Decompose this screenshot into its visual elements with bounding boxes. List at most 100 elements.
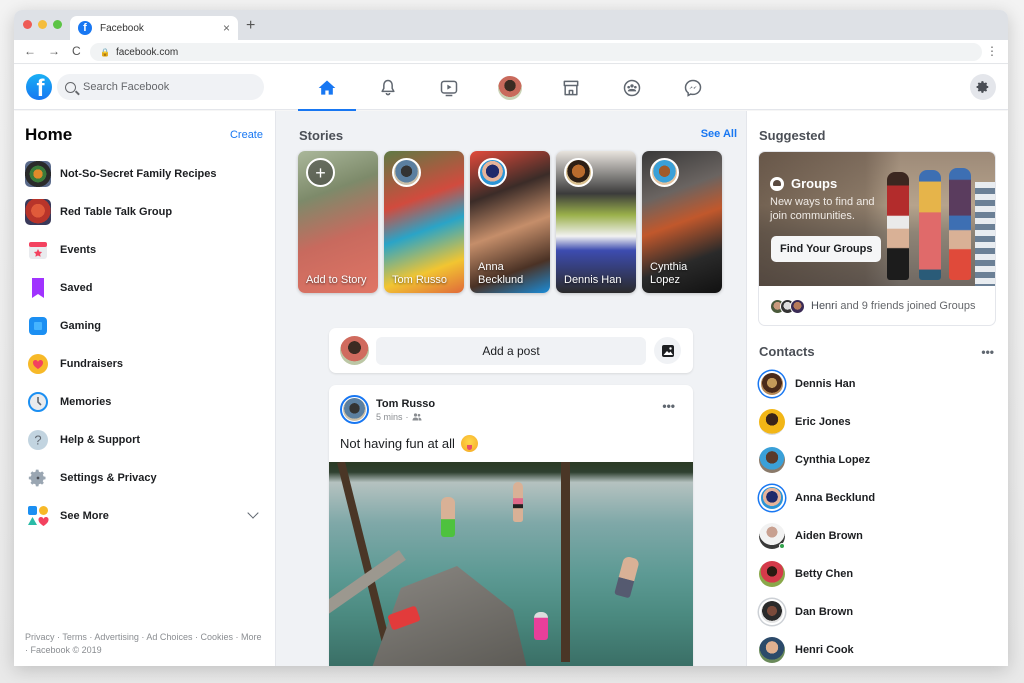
story-card[interactable]: Tom Russo — [384, 151, 464, 293]
reload-button[interactable]: C — [72, 44, 81, 58]
footer-link-cookies[interactable]: Cookies — [200, 632, 233, 642]
sidebar-item-settings[interactable]: Settings & Privacy — [14, 459, 275, 497]
create-link[interactable]: Create — [230, 129, 263, 141]
tab-close-icon[interactable]: × — [223, 21, 230, 35]
settings-button[interactable] — [970, 74, 996, 100]
sidebar-item-gaming[interactable]: Gaming — [14, 307, 275, 345]
nav-tab-profile[interactable] — [481, 65, 539, 110]
group-photo-people — [887, 162, 987, 280]
forward-button[interactable]: → — [48, 44, 60, 58]
contact-item[interactable]: Aiden Brown — [747, 517, 1008, 555]
avatar — [761, 373, 783, 395]
search-box[interactable] — [57, 74, 264, 100]
chevron-down-icon[interactable] — [247, 507, 259, 519]
contact-item[interactable]: Cynthia Lopez — [747, 441, 1008, 479]
footer-link-ad-choices[interactable]: Ad Choices — [146, 632, 192, 642]
post-timestamp[interactable]: 5 mins — [376, 412, 403, 422]
stories-title: Stories — [299, 128, 344, 143]
sidebar-item-label: See More — [60, 510, 109, 522]
contact-item[interactable]: Henri Cook — [747, 631, 1008, 666]
story-card[interactable]: Cynthia Lopez — [642, 151, 722, 293]
contacts-options-button[interactable]: ••• — [981, 345, 994, 359]
nav-tab-groups[interactable] — [603, 65, 661, 110]
nav-tab-watch[interactable] — [420, 65, 478, 110]
avatar[interactable] — [340, 395, 369, 424]
add-post-button[interactable]: Add a post — [376, 336, 646, 365]
story-label: Anna Becklund — [478, 261, 524, 286]
story-card[interactable]: Anna Becklund — [470, 151, 550, 293]
footer-separator: · — [232, 632, 241, 642]
close-window-button[interactable] — [23, 20, 32, 29]
back-button[interactable]: ← — [24, 44, 36, 58]
story-card-add[interactable]: + Add to Story — [298, 151, 378, 293]
winking-tongue-emoji-icon — [460, 435, 478, 452]
avatar — [650, 158, 679, 187]
person-jumping — [534, 612, 548, 640]
contact-item[interactable]: Eric Jones — [747, 403, 1008, 441]
sidebar-item-family-recipes[interactable]: Not-So-Secret Family Recipes — [14, 155, 275, 193]
sidebar-footer: Privacy · Terms · Advertising · Ad Choic… — [25, 631, 265, 657]
avatar — [759, 523, 785, 549]
gear-icon — [976, 81, 989, 93]
sidebar-item-label: Fundraisers — [60, 358, 123, 370]
groups-icon — [623, 79, 641, 96]
sidebar-item-fundraisers[interactable]: Fundraisers — [14, 345, 275, 383]
sidebar-list: Not-So-Secret Family Recipes Red Table T… — [14, 155, 275, 535]
heart-icon — [25, 351, 51, 377]
maximize-window-button[interactable] — [53, 20, 62, 29]
contact-item[interactable]: Betty Chen — [747, 555, 1008, 593]
sidebar-item-see-more[interactable]: See More — [14, 497, 275, 535]
copyright: Facebook © 2019 — [30, 645, 102, 655]
person-jumping — [513, 482, 523, 522]
sidebar-item-memories[interactable]: Memories — [14, 383, 275, 421]
contact-item[interactable]: Anna Becklund — [747, 479, 1008, 517]
footer-link-more[interactable]: More — [241, 632, 262, 642]
feed-post: Tom Russo 5 mins · ••• Not having fun at… — [329, 385, 693, 666]
minimize-window-button[interactable] — [38, 20, 47, 29]
sidebar-item-red-table-talk[interactable]: Red Table Talk Group — [14, 193, 275, 231]
facebook-favicon-icon: f — [78, 21, 92, 35]
contact-name: Henri Cook — [795, 644, 854, 656]
new-tab-button[interactable]: + — [246, 17, 255, 35]
contact-item[interactable]: Dennis Han — [747, 365, 1008, 403]
suggested-card-title: Groups — [791, 176, 838, 191]
footer-link-terms[interactable]: Terms — [62, 632, 87, 642]
nav-tab-home[interactable] — [298, 65, 356, 111]
add-story-icon[interactable]: + — [306, 158, 335, 187]
post-photo[interactable] — [329, 462, 693, 666]
avatar — [564, 158, 593, 187]
bookmark-icon — [25, 275, 51, 301]
footer-link-advertising[interactable]: Advertising — [94, 632, 139, 642]
browser-menu-button[interactable]: ⋮ — [986, 44, 998, 58]
sidebar-item-events[interactable]: Events — [14, 231, 275, 269]
contact-name: Dan Brown — [795, 606, 854, 618]
search-input[interactable] — [83, 81, 243, 93]
post-text: Not having fun at all — [340, 436, 455, 451]
sidebar-item-label: Red Table Talk Group — [60, 206, 173, 218]
browser-tab[interactable]: f Facebook × — [70, 16, 238, 40]
avatar[interactable] — [340, 336, 369, 365]
avatar — [761, 601, 783, 623]
add-photo-button[interactable] — [654, 337, 681, 364]
sidebar-item-help[interactable]: ? Help & Support — [14, 421, 275, 459]
friend-avatars — [770, 298, 805, 314]
contact-item[interactable]: Dan Brown — [747, 593, 1008, 631]
footer-link-privacy[interactable]: Privacy — [25, 632, 55, 642]
post-author[interactable]: Tom Russo — [376, 398, 435, 410]
story-card[interactable]: Dennis Han — [556, 151, 636, 293]
nav-tab-marketplace[interactable] — [542, 65, 600, 110]
sidebar-item-saved[interactable]: Saved — [14, 269, 275, 307]
url-field[interactable]: 🔒 facebook.com — [90, 43, 982, 61]
post-options-button[interactable]: ••• — [662, 399, 675, 413]
facebook-logo-icon[interactable]: f — [26, 74, 52, 100]
left-sidebar: Home Create Not-So-Secret Family Recipes… — [14, 111, 276, 666]
video-icon — [440, 80, 458, 96]
nav-tab-messenger[interactable] — [664, 65, 722, 110]
suggested-card-footer[interactable]: Henri and 9 friends joined Groups — [759, 286, 995, 325]
gear-icon — [25, 465, 51, 491]
news-feed: Stories See All + Add to Story Tom Russo… — [276, 111, 746, 666]
avatar — [478, 158, 507, 187]
see-all-stories-link[interactable]: See All — [701, 128, 737, 143]
nav-tab-notifications[interactable] — [359, 65, 417, 110]
find-your-groups-button[interactable]: Find Your Groups — [771, 236, 882, 262]
